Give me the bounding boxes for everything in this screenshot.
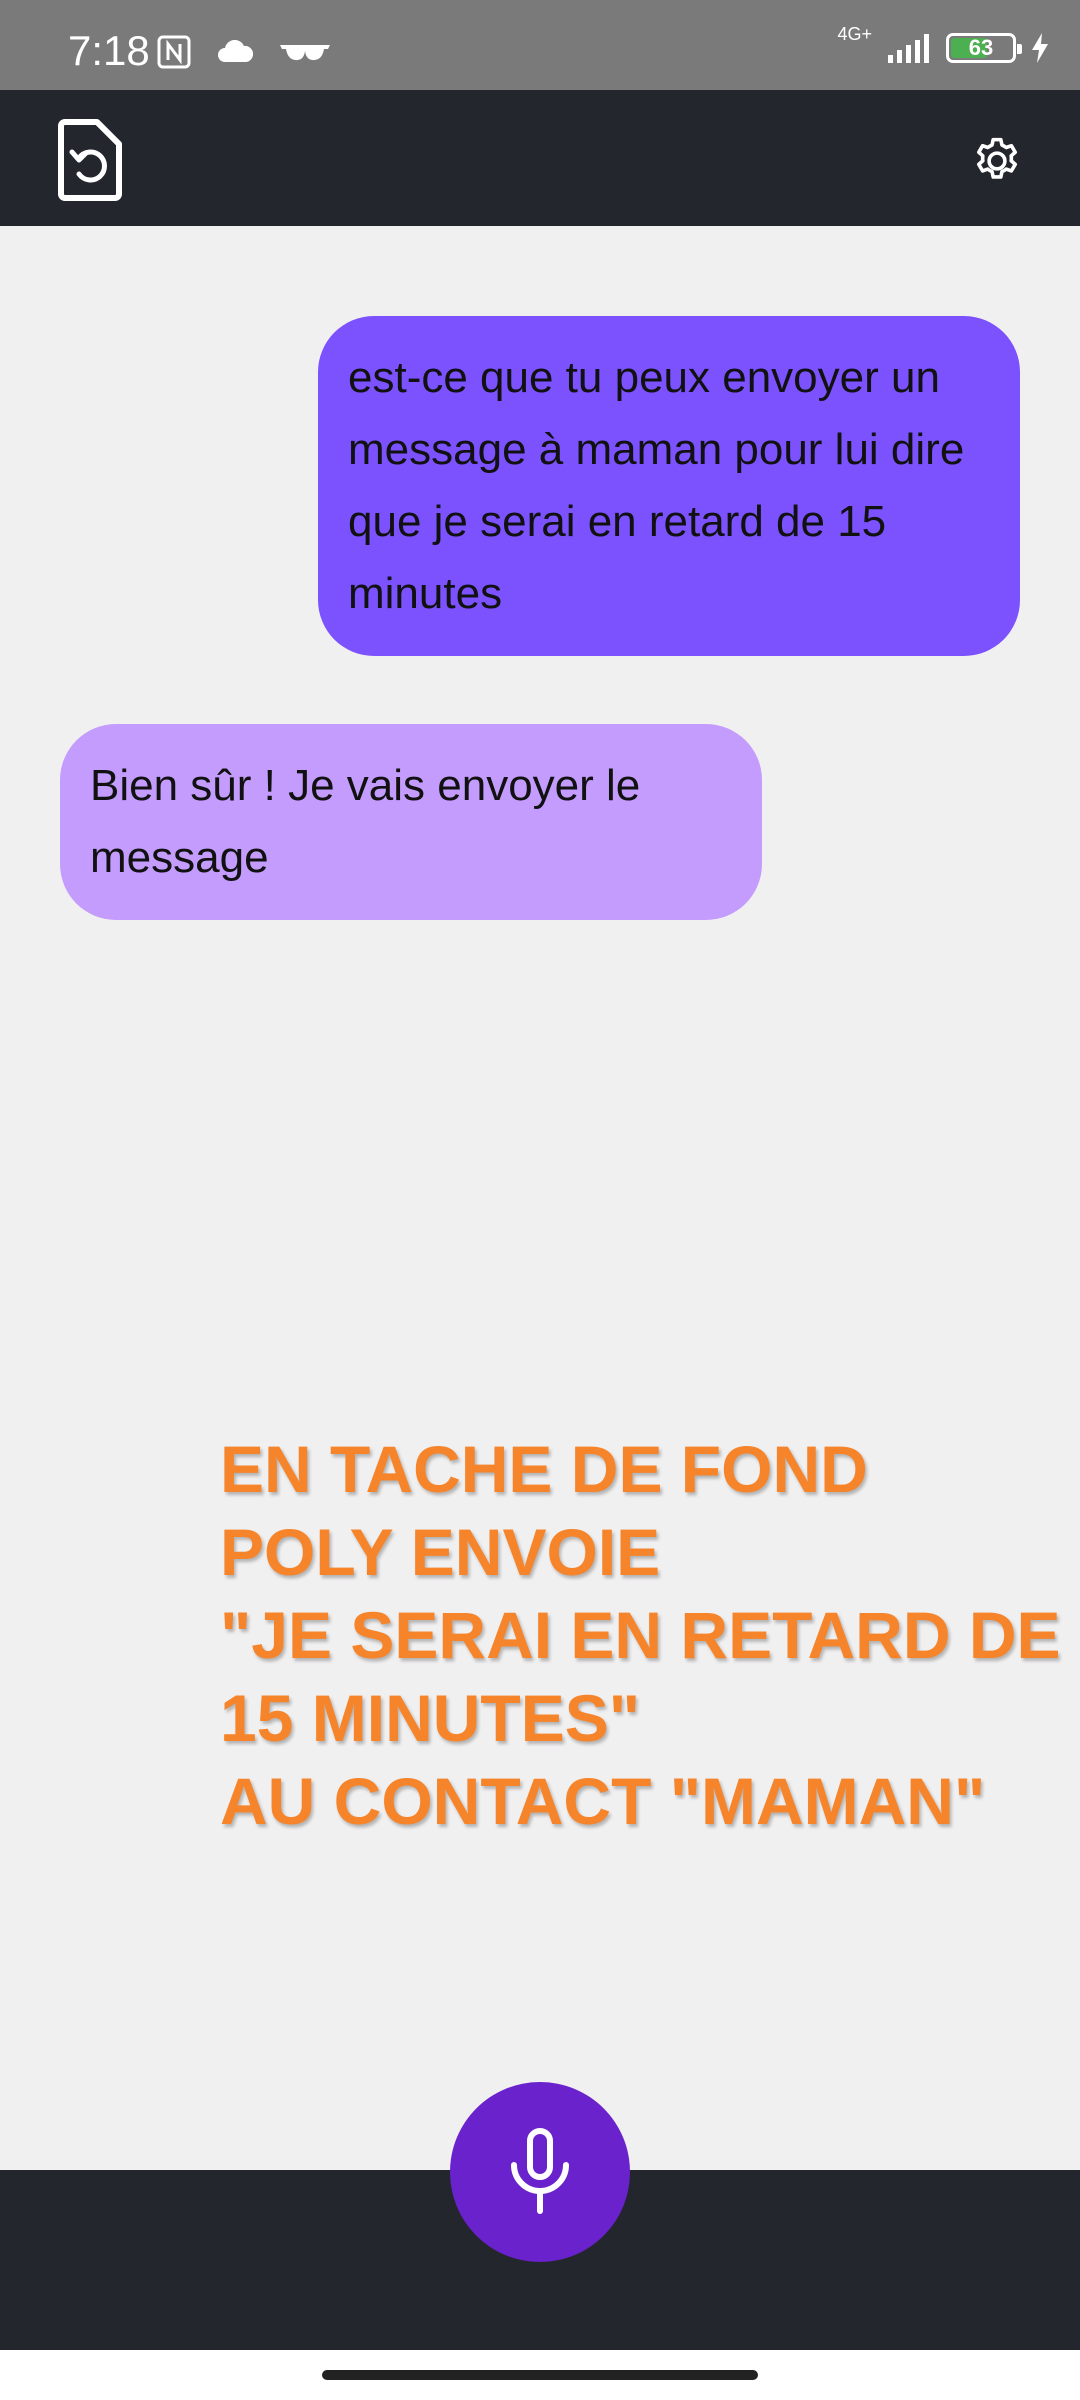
battery-icon: 63 <box>946 33 1022 63</box>
app-header <box>0 90 1080 226</box>
history-document-icon <box>58 119 122 201</box>
status-bar: 7:18 4G+ 63 <box>0 0 1080 90</box>
annotation-line: AU CONTACT "MAMAN" <box>220 1764 986 1838</box>
annotation-line: "JE SERAI EN RETARD DE <box>220 1598 1061 1672</box>
network-type-label: 4G+ <box>837 24 872 44</box>
annotation-line: 15 MINUTES" <box>220 1681 641 1755</box>
glasses-icon <box>280 45 330 61</box>
nfc-icon <box>157 35 191 69</box>
status-notification-icons <box>156 34 332 70</box>
gear-icon <box>976 137 1018 179</box>
history-button[interactable] <box>55 118 125 202</box>
microphone-icon <box>511 2128 569 2214</box>
user-message-bubble: est-ce que tu peux envoyer un message à … <box>318 316 1020 656</box>
annotation-line: POLY ENVOIE <box>220 1515 661 1589</box>
background-task-annotation: EN TACHE DE FOND POLY ENVOIE "JE SERAI E… <box>220 1428 1061 1843</box>
home-indicator[interactable] <box>322 2370 758 2380</box>
settings-button[interactable] <box>970 134 1024 188</box>
cloud-icon <box>218 40 254 62</box>
microphone-button[interactable] <box>450 2082 630 2262</box>
status-system-icons: 4G+ 63 <box>837 25 1050 64</box>
status-time: 7:18 <box>68 27 150 74</box>
signal-icon <box>888 34 929 63</box>
battery-level: 63 <box>968 35 994 60</box>
charging-icon <box>1032 33 1048 63</box>
assistant-message-bubble: Bien sûr ! Je vais envoyer le message <box>60 724 762 920</box>
annotation-line: EN TACHE DE FOND <box>220 1432 868 1506</box>
